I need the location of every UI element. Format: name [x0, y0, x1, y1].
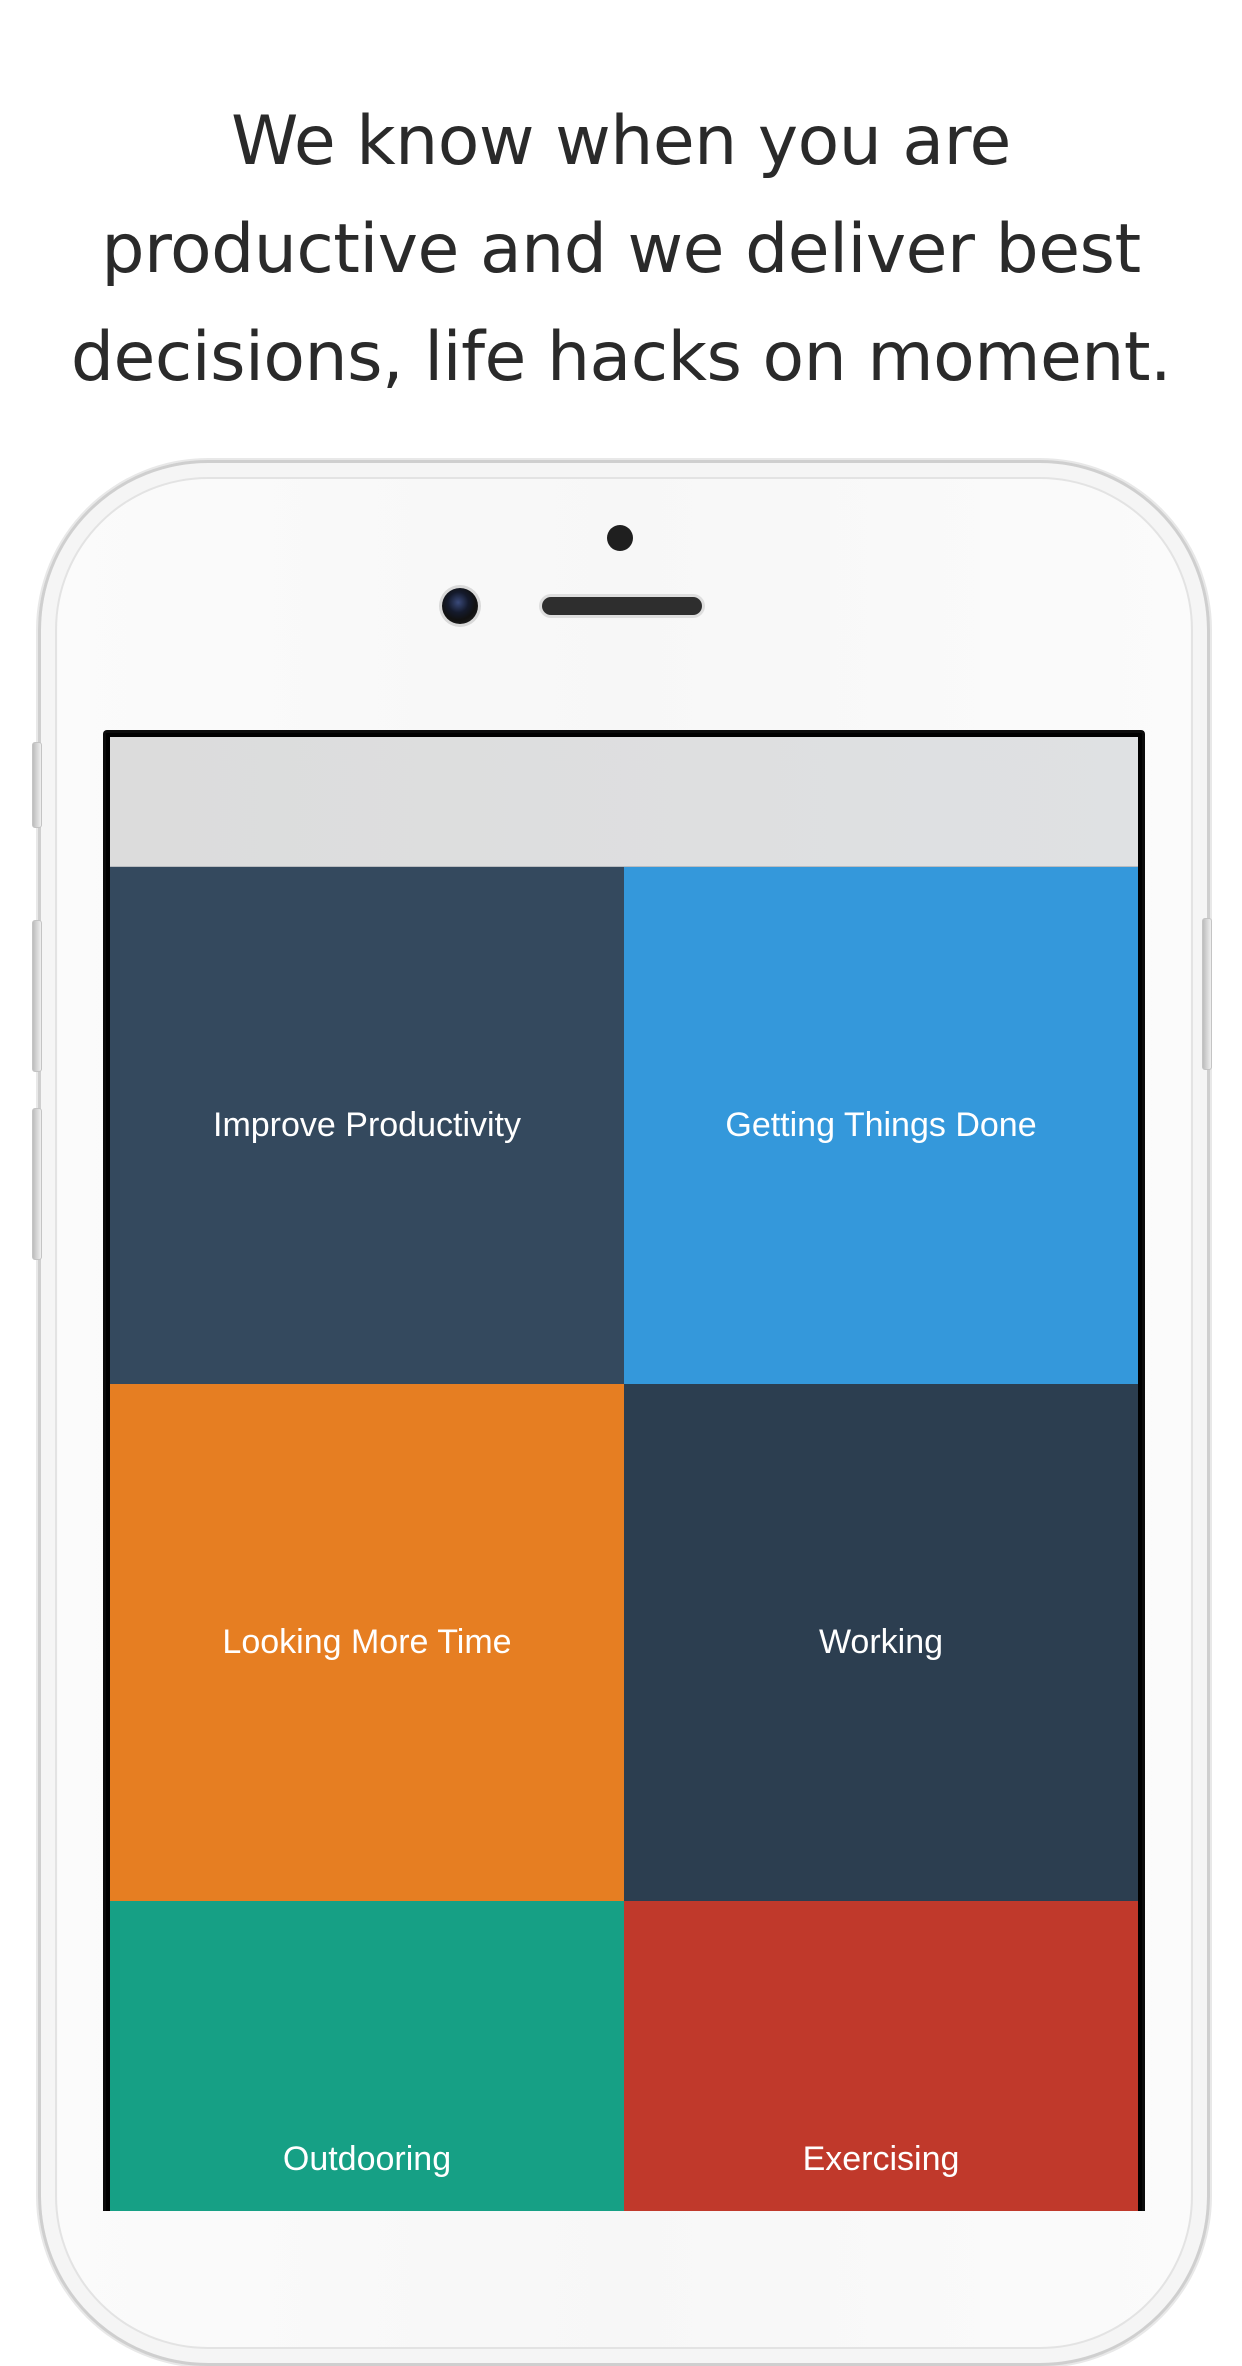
promo-headline: We know when you are productive and we d… — [0, 88, 1242, 412]
front-camera-icon — [442, 588, 478, 624]
proximity-sensor — [607, 525, 633, 551]
phone-volume-up-button — [32, 920, 42, 1072]
phone-volume-down-button — [32, 1108, 42, 1260]
tile-label: Improve Productivity — [213, 1106, 521, 1144]
navigation-bar — [110, 737, 1138, 867]
tile-getting-things-done[interactable]: Getting Things Done — [624, 867, 1138, 1384]
headline-line-2: productive and we deliver best — [101, 210, 1141, 289]
tile-improve-productivity[interactable]: Improve Productivity — [110, 867, 624, 1384]
phone-power-button — [1202, 918, 1212, 1070]
tile-exercising[interactable]: Exercising — [624, 1901, 1138, 2211]
tile-label: Outdooring — [282, 2140, 452, 2178]
tile-label: Getting Things Done — [725, 1106, 1037, 1144]
tile-label: Exercising — [802, 2140, 960, 2178]
tile-working[interactable]: Working — [624, 1384, 1138, 1901]
phone-screen: Improve Productivity Getting Things Done… — [103, 730, 1145, 2211]
earpiece-speaker — [542, 597, 702, 615]
headline-line-1: We know when you are — [231, 102, 1011, 181]
tile-looking-more-time[interactable]: Looking More Time — [110, 1384, 624, 1901]
tile-label: Looking More Time — [222, 1623, 512, 1661]
tile-label: Working — [818, 1623, 944, 1661]
app-screen: Improve Productivity Getting Things Done… — [110, 737, 1138, 2211]
headline-line-3: decisions, life hacks on moment. — [70, 318, 1172, 397]
phone-mute-switch — [32, 742, 42, 828]
tile-outdooring[interactable]: Outdooring — [110, 1901, 624, 2211]
